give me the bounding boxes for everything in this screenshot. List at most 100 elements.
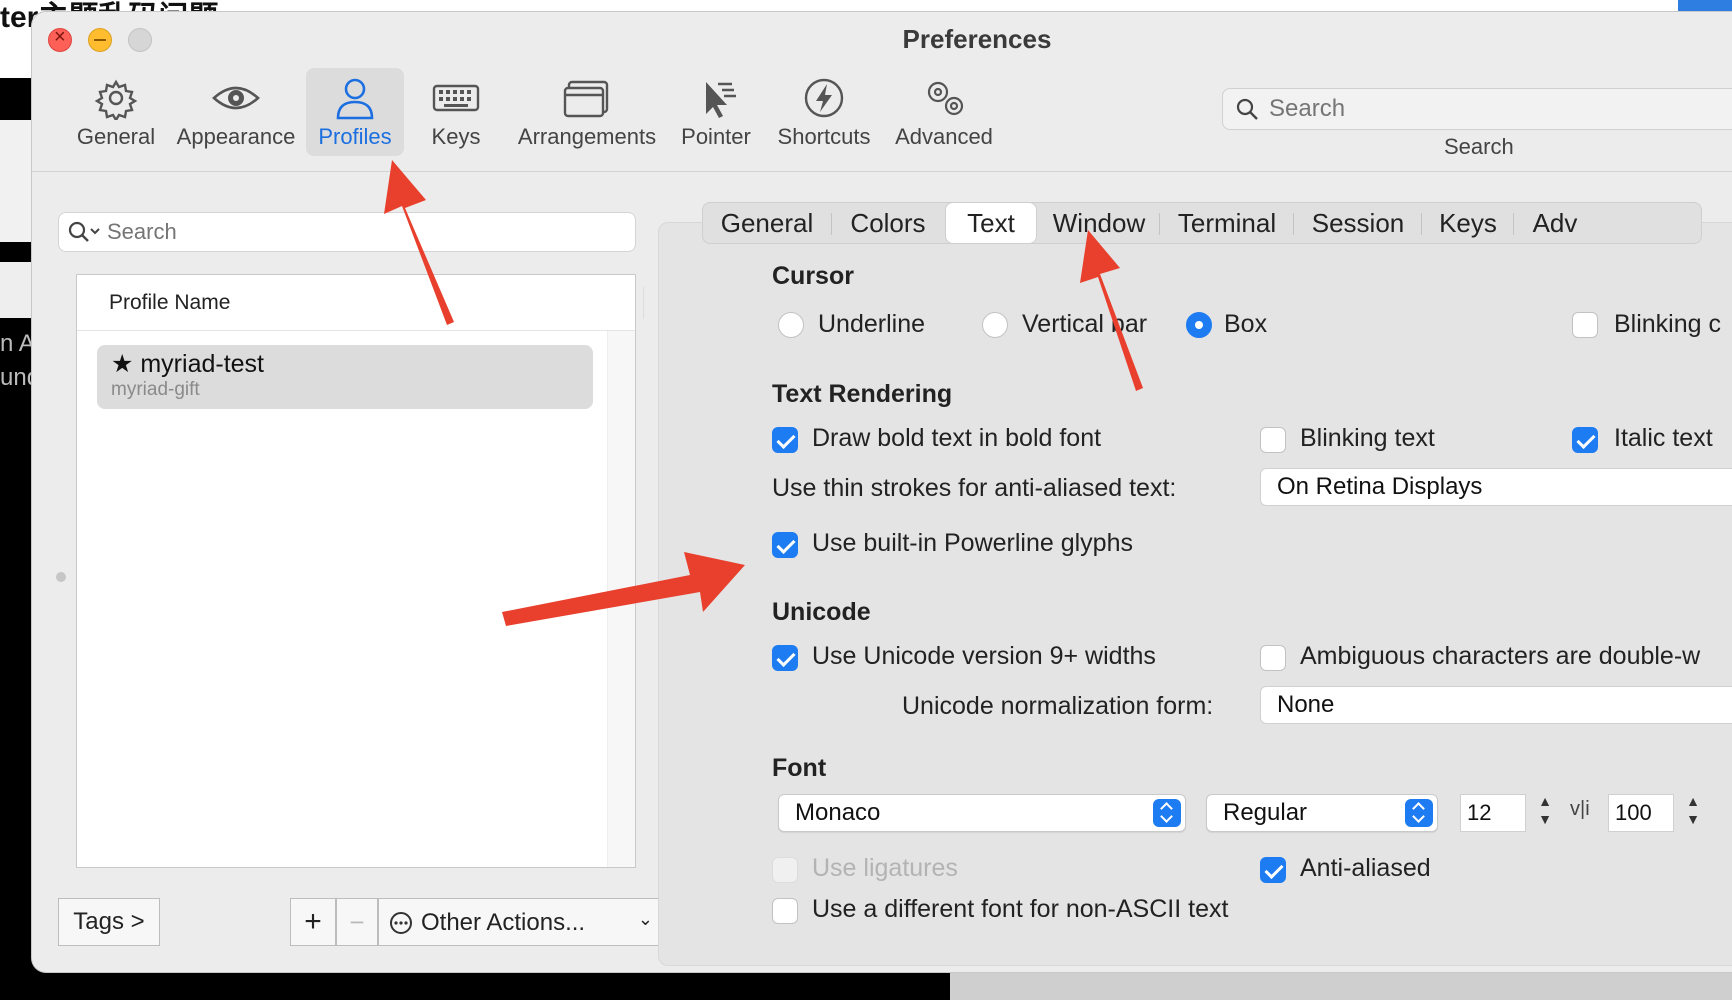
toolbar-arrangements[interactable]: Arrangements xyxy=(514,68,660,156)
thin-strokes-label: Use thin strokes for anti-aliased text: xyxy=(772,474,1177,502)
search-icon xyxy=(1236,98,1258,120)
blinking-cursor-checkbox[interactable] xyxy=(1572,312,1598,338)
toolbar-keys[interactable]: Keys xyxy=(418,68,494,156)
unicode-version9-label: Use Unicode version 9+ widths xyxy=(812,642,1156,670)
profile-search-input[interactable] xyxy=(107,213,607,251)
bolt-icon xyxy=(804,78,844,118)
ambiguous-double-width-label: Ambiguous characters are double-w xyxy=(1300,642,1701,670)
toolbar-label: Keys xyxy=(431,124,481,149)
toolbar-label: Arrangements xyxy=(517,124,657,149)
font-family-value: Monaco xyxy=(795,799,881,826)
add-profile-button[interactable]: + xyxy=(290,898,336,946)
toolbar-advanced[interactable]: Advanced xyxy=(890,68,998,156)
profile-name-column: Profile Name xyxy=(109,291,231,314)
toolbar-search-label: Search xyxy=(1444,134,1514,159)
font-style-popup[interactable]: Regular xyxy=(1206,794,1438,832)
profile-row[interactable]: ★ myriad-test myriad-gift xyxy=(97,345,593,409)
use-ligatures-label: Use ligatures xyxy=(812,854,958,882)
toolbar-pointer[interactable]: Pointer xyxy=(678,68,754,156)
cursor-heading: Cursor xyxy=(772,262,854,290)
toolbar-label: Advanced xyxy=(895,124,993,149)
anti-aliased-label: Anti-aliased xyxy=(1300,854,1431,882)
preferences-window: Preferences General Appearance Profiles … xyxy=(32,12,1732,972)
other-actions-label: Other Actions... xyxy=(421,909,586,936)
spacing-stepper[interactable]: ▲ ▼ xyxy=(1682,792,1704,832)
profile-name: ★ myriad-test xyxy=(111,350,264,378)
background-text: n A xyxy=(0,330,35,357)
italic-text-label: Italic text xyxy=(1614,424,1713,452)
tab-window[interactable]: Window xyxy=(1039,203,1159,243)
chevron-updown-icon xyxy=(1153,799,1181,827)
blinking-text-label: Blinking text xyxy=(1300,424,1435,452)
toolbar-search-field[interactable] xyxy=(1222,88,1732,130)
tags-button[interactable]: Tags > xyxy=(58,898,160,946)
font-size-stepper[interactable]: ▲ ▼ xyxy=(1534,792,1556,832)
non-ascii-font-label: Use a different font for non-ASCII text xyxy=(812,895,1229,923)
font-family-popup[interactable]: Monaco xyxy=(778,794,1186,832)
toolbar-search-input[interactable] xyxy=(1269,89,1732,129)
pointer-icon xyxy=(706,82,736,118)
eye-icon xyxy=(212,86,260,110)
profile-list-scrollbar[interactable] xyxy=(607,331,635,867)
blinking-text-checkbox[interactable] xyxy=(1260,427,1286,453)
font-style-value: Regular xyxy=(1223,799,1308,826)
tab-text[interactable]: Text xyxy=(945,202,1037,244)
thin-strokes-select[interactable]: On Retina Displays xyxy=(1260,468,1732,506)
use-ligatures-checkbox[interactable] xyxy=(772,857,798,883)
vertical-spacing-icon: v|i xyxy=(1570,798,1590,820)
draw-bold-label: Draw bold text in bold font xyxy=(812,424,1102,452)
chevron-updown-icon xyxy=(1405,799,1433,827)
powerline-glyphs-label: Use built-in Powerline glyphs xyxy=(812,529,1133,557)
anti-aliased-checkbox[interactable] xyxy=(1260,857,1286,883)
font-heading: Font xyxy=(772,754,827,782)
toolbar-appearance[interactable]: Appearance xyxy=(176,68,296,156)
remove-profile-button[interactable]: − xyxy=(336,898,378,946)
toolbar-label: Appearance xyxy=(176,124,296,149)
toolbar-profiles[interactable]: Profiles xyxy=(306,68,404,156)
toolbar-label: Shortcuts xyxy=(777,124,871,149)
split-view-handle[interactable] xyxy=(56,572,66,582)
person-icon xyxy=(336,78,374,120)
cursor-underline-label: Underline xyxy=(818,310,926,338)
font-size-field[interactable]: 12 xyxy=(1460,794,1526,832)
toolbar-label: Pointer xyxy=(681,124,751,149)
draw-bold-checkbox[interactable] xyxy=(772,427,798,453)
unicode-normalization-select[interactable]: None xyxy=(1260,686,1732,724)
cursor-vertical-bar-label: Vertical bar xyxy=(1022,310,1148,338)
tab-session[interactable]: Session xyxy=(1295,203,1421,243)
spacing-field[interactable]: 100 xyxy=(1608,794,1674,832)
toolbar-shortcuts[interactable]: Shortcuts xyxy=(774,68,874,156)
cursor-underline-radio[interactable] xyxy=(778,312,804,338)
window-title: Preferences xyxy=(902,24,1052,54)
gears-icon xyxy=(927,81,964,116)
tab-advanced[interactable]: Adv xyxy=(1515,203,1595,243)
other-actions-menu[interactable]: Other Actions... ⌄ xyxy=(378,898,664,946)
unicode-version9-checkbox[interactable] xyxy=(772,645,798,671)
profile-tab-bar: General Colors Text Window Terminal Sess… xyxy=(702,202,1702,244)
chevron-down-icon: ⌄ xyxy=(637,909,653,929)
powerline-glyphs-checkbox[interactable] xyxy=(772,532,798,558)
preferences-toolbar: General Appearance Profiles Keys Arrange… xyxy=(32,62,1732,172)
cursor-box-radio[interactable] xyxy=(1186,312,1212,338)
unicode-heading: Unicode xyxy=(772,598,871,626)
profile-list: Profile Name ★ myriad-test myriad-gift xyxy=(76,274,644,868)
search-icon xyxy=(68,221,100,242)
keyboard-icon xyxy=(432,84,480,112)
background-window-strip xyxy=(950,970,1732,1000)
cursor-box-label: Box xyxy=(1224,310,1268,338)
text-rendering-heading: Text Rendering xyxy=(772,380,953,408)
profile-search-field[interactable] xyxy=(58,212,636,252)
toolbar-general[interactable]: General xyxy=(76,68,156,156)
italic-text-checkbox[interactable] xyxy=(1572,427,1598,453)
tab-terminal[interactable]: Terminal xyxy=(1161,203,1293,243)
tab-colors[interactable]: Colors xyxy=(833,203,943,243)
unicode-normalization-label: Unicode normalization form: xyxy=(902,692,1214,720)
tab-keys[interactable]: Keys xyxy=(1423,203,1513,243)
gear-icon xyxy=(94,79,138,120)
cursor-vertical-bar-radio[interactable] xyxy=(982,312,1008,338)
ambiguous-double-width-checkbox[interactable] xyxy=(1260,645,1286,671)
tab-general[interactable]: General xyxy=(703,203,831,243)
profile-list-header[interactable]: Profile Name xyxy=(77,275,644,331)
non-ascii-font-checkbox[interactable] xyxy=(772,898,798,924)
toolbar-label: General xyxy=(76,124,156,149)
